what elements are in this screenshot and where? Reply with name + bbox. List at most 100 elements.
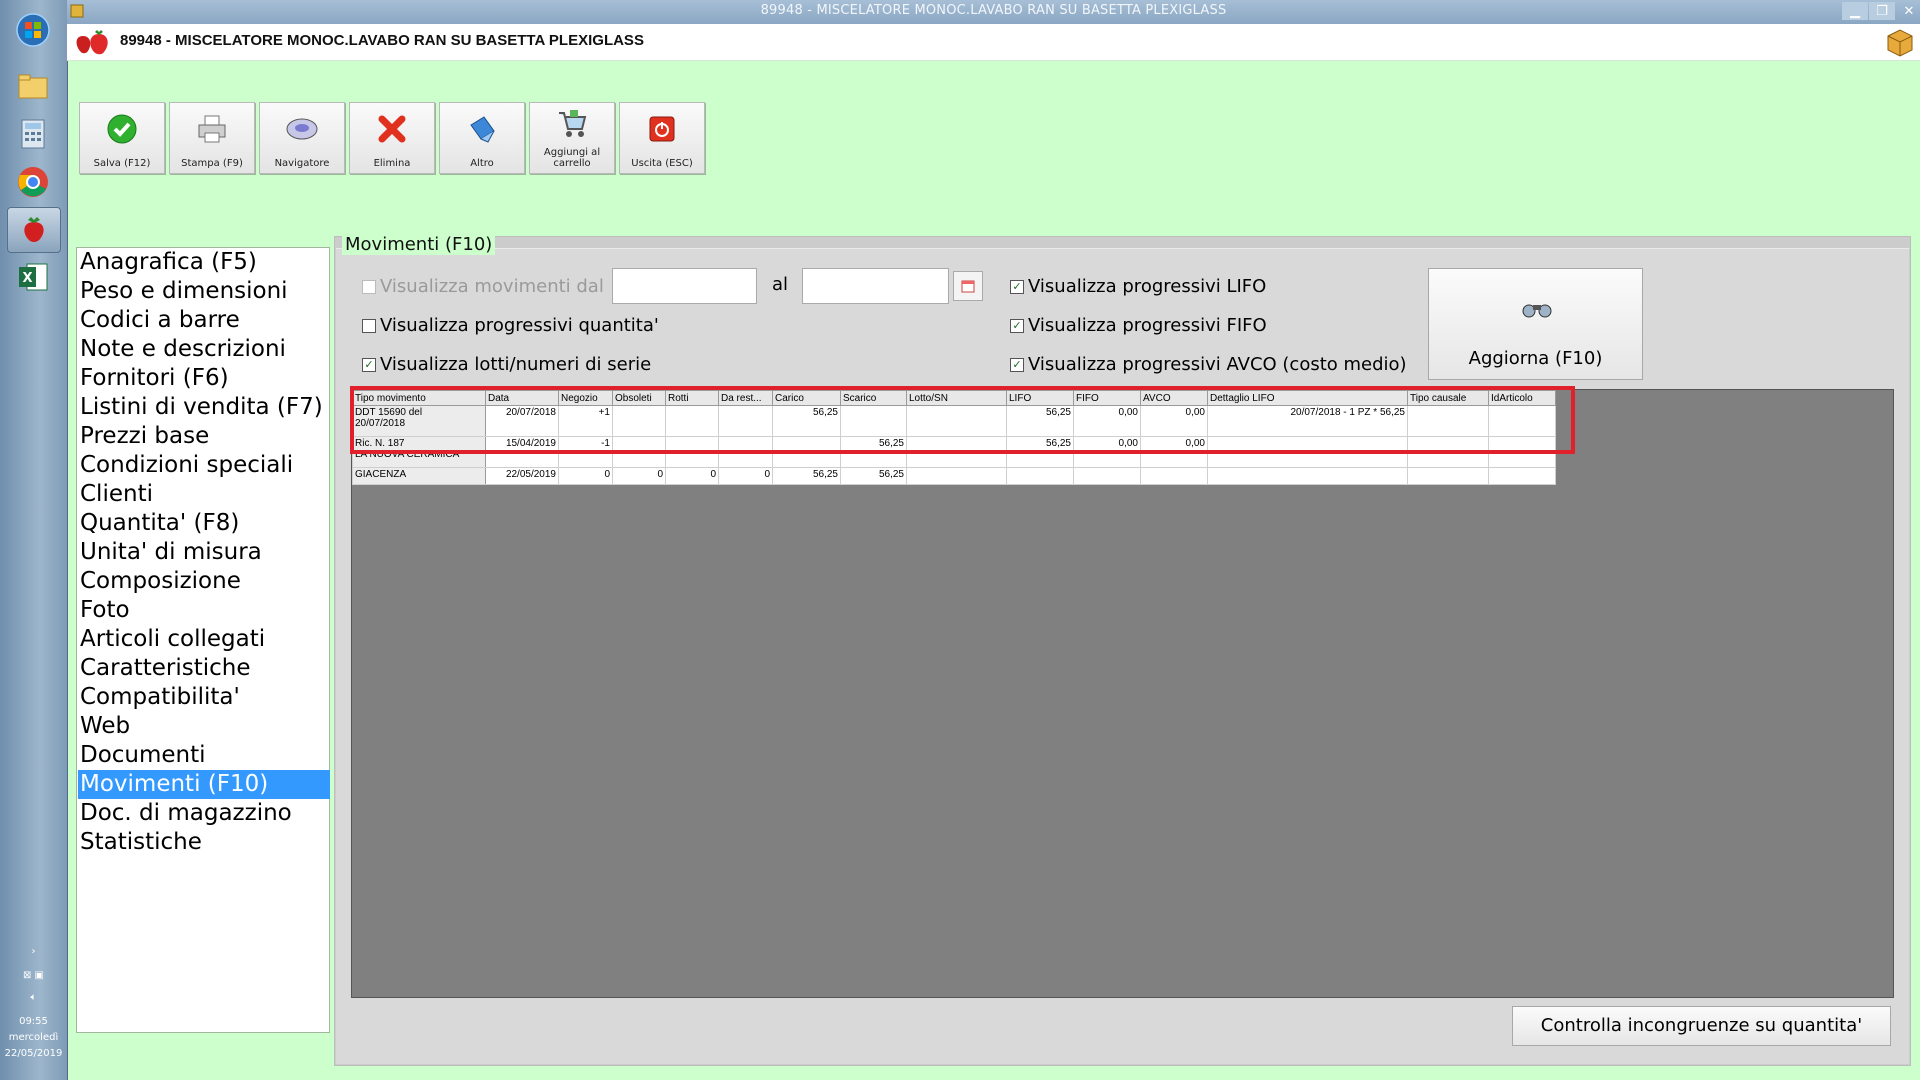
progressivi-quantita-label: Visualizza progressivi quantita'	[380, 315, 659, 336]
altro-button[interactable]: Altro	[439, 102, 525, 174]
uscita-button[interactable]: Uscita (ESC)	[619, 102, 705, 174]
strawberries-logo-icon	[76, 30, 108, 55]
nav-fornitori[interactable]: Fornitori (F6)	[78, 364, 330, 393]
progressivi-lifo-label: Visualizza progressivi LIFO	[1028, 276, 1267, 297]
stampa-button[interactable]: Stampa (F9)	[169, 102, 255, 174]
nav-unita-misura[interactable]: Unita' di misura	[78, 538, 330, 567]
nav-condizioni-speciali[interactable]: Condizioni speciali	[78, 451, 330, 480]
close-button[interactable]: ✕	[1896, 2, 1920, 20]
start-button[interactable]	[7, 8, 59, 52]
nav-movimenti[interactable]: Movimenti (F10)	[78, 770, 330, 799]
nav-doc-magazzino[interactable]: Doc. di magazzino	[78, 799, 330, 828]
date-to-input[interactable]	[802, 268, 949, 304]
nav-articoli-collegati[interactable]: Articoli collegati	[78, 625, 330, 654]
folder-icon	[18, 74, 48, 99]
taskbar-chrome[interactable]	[7, 160, 59, 204]
cell-avco	[1140, 467, 1208, 485]
taskbar-explorer[interactable]	[7, 64, 59, 108]
nav-foto[interactable]: Foto	[78, 596, 330, 625]
nav-listini-vendita[interactable]: Listini di vendita (F7)	[78, 393, 330, 422]
progressivi-fifo-label: Visualizza progressivi FIFO	[1028, 315, 1267, 336]
cell-obsoleti: 0	[612, 467, 666, 485]
calculator-icon	[21, 119, 45, 149]
taskbar-excel[interactable]: X	[7, 255, 59, 299]
aggiorna-button[interactable]: Aggiorna (F10)	[1428, 268, 1643, 380]
section-nav-list: Anagrafica (F5) Peso e dimensioni Codici…	[76, 247, 330, 1033]
nav-web[interactable]: Web	[78, 712, 330, 741]
progressivi-quantita-checkbox[interactable]: Visualizza progressivi quantita'	[362, 315, 659, 336]
calendar-button[interactable]	[953, 271, 983, 301]
restore-button[interactable]: ❐	[1869, 2, 1895, 20]
taskbar-app-strawberry[interactable]	[7, 207, 61, 253]
tray-chevron-icon[interactable]: ›	[0, 944, 67, 959]
lotti-seriali-checkbox[interactable]: ✓ Visualizza lotti/numeri di serie	[362, 354, 651, 375]
nav-compatibilita[interactable]: Compatibilita'	[78, 683, 330, 712]
nav-quantita[interactable]: Quantita' (F8)	[78, 509, 330, 538]
cell-id	[1488, 467, 1556, 485]
nav-note-descrizioni[interactable]: Note e descrizioni	[78, 335, 330, 364]
progressivi-lifo-checkbox[interactable]: ✓ Visualizza progressivi LIFO	[1010, 276, 1266, 297]
window-title: 89948 - MISCELATORE MONOC.LAVABO RAN SU …	[760, 3, 1227, 18]
cell-lifo	[1006, 467, 1074, 485]
printer-icon	[198, 115, 226, 143]
navigatore-label: Navigatore	[274, 158, 330, 169]
tray-network-icon[interactable]: ⊠ ▣	[0, 968, 67, 983]
aggiungi-carrello-button[interactable]: Aggiungi al carrello	[529, 102, 615, 174]
windows-taskbar: X › ⊠ ▣ 🔈︎ 09:55 mercoledì 22/05/2019	[0, 0, 68, 1080]
progressivi-avco-checkbox[interactable]: ✓ Visualizza progressivi AVCO (costo medi…	[1010, 354, 1407, 375]
navigator-icon	[286, 118, 318, 140]
nav-composizione[interactable]: Composizione	[78, 567, 330, 596]
excel-icon: X	[19, 263, 48, 291]
cell-carico: 56,25	[772, 467, 841, 485]
exit-icon	[649, 116, 675, 142]
aggiungi-carrello-label: Aggiungi al carrello	[543, 147, 601, 169]
calendar-icon	[961, 280, 975, 293]
movimenti-dal-checkbox[interactable]: Visualizza movimenti dal	[362, 276, 604, 297]
cell-dettaglio	[1207, 467, 1408, 485]
elimina-button[interactable]: Elimina	[349, 102, 435, 174]
navigatore-button[interactable]: Navigatore	[259, 102, 345, 174]
cell-causale	[1407, 467, 1489, 485]
progressivi-avco-label: Visualizza progressivi AVCO (costo medio…	[1028, 354, 1407, 375]
nav-clienti[interactable]: Clienti	[78, 480, 330, 509]
checkmark-icon	[107, 114, 137, 144]
svg-text:X: X	[22, 271, 32, 286]
taskbar-calculator[interactable]	[7, 112, 59, 156]
controlla-incongruenze-button[interactable]: Controlla incongruenze su quantita'	[1512, 1006, 1891, 1046]
table-row[interactable]: GIACENZA 22/05/2019 0 0 0 0 56,25 56,25	[352, 467, 1556, 485]
minimize-button[interactable]: ▁	[1842, 2, 1868, 20]
nav-peso-dimensioni[interactable]: Peso e dimensioni	[78, 277, 330, 306]
progressivi-fifo-checkbox[interactable]: ✓ Visualizza progressivi FIFO	[1010, 315, 1267, 336]
cell-data: 22/05/2019	[485, 467, 559, 485]
nav-prezzi-base[interactable]: Prezzi base	[78, 422, 330, 451]
movimenti-title: Movimenti (F10)	[342, 234, 496, 255]
uscita-label: Uscita (ESC)	[631, 158, 693, 169]
cell-tipo-line1: GIACENZA	[355, 469, 407, 480]
date-from-input[interactable]	[612, 268, 757, 304]
movimenti-grid[interactable]: Tipo movimento Data Negozio Obsoleti Rot…	[351, 389, 1894, 998]
clock-time[interactable]: 09:55	[0, 1014, 67, 1029]
nav-anagrafica[interactable]: Anagrafica (F5)	[78, 248, 330, 277]
binoculars-icon	[1522, 304, 1552, 318]
stampa-label: Stampa (F9)	[181, 158, 243, 169]
nav-documenti[interactable]: Documenti	[78, 741, 330, 770]
movimenti-dal-label: Visualizza movimenti dal	[380, 276, 604, 297]
altro-label: Altro	[470, 158, 494, 169]
clock-date: 22/05/2019	[4, 1048, 63, 1059]
nav-codici-barre[interactable]: Codici a barre	[78, 306, 330, 335]
cell-darest: 0	[718, 467, 773, 485]
lotti-seriali-label: Visualizza lotti/numeri di serie	[380, 354, 652, 375]
cell-lotto	[906, 467, 1007, 485]
chrome-icon	[18, 167, 48, 197]
nav-caratteristiche[interactable]: Caratteristiche	[78, 654, 330, 683]
tray-volume-icon[interactable]: 🔈︎	[0, 990, 67, 1005]
nav-statistiche[interactable]: Statistiche	[78, 828, 330, 857]
window-titlebar: 89948 - MISCELATORE MONOC.LAVABO RAN SU …	[67, 0, 1920, 24]
cell-fifo	[1073, 467, 1141, 485]
clock-day: mercoledì	[8, 1032, 59, 1043]
salva-button[interactable]: Salva (F12)	[79, 102, 165, 174]
salva-label: Salva (F12)	[93, 158, 151, 169]
cell-scarico: 56,25	[840, 467, 907, 485]
box-package-icon[interactable]	[1885, 27, 1915, 57]
aggiorna-label: Aggiorna (F10)	[1468, 348, 1603, 369]
